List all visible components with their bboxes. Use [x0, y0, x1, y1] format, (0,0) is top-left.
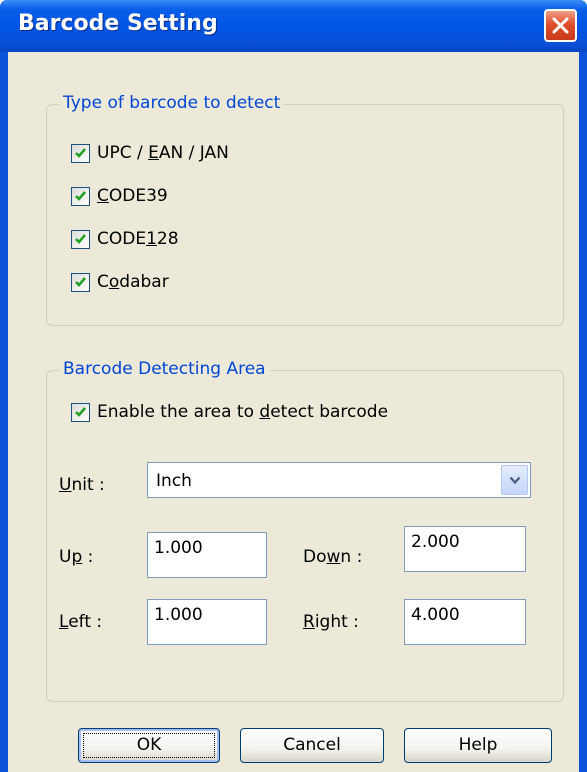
checkbox-code128[interactable]: CODE128 — [71, 226, 179, 252]
checkbox-box[interactable] — [71, 143, 90, 163]
title-bar[interactable]: Barcode Setting — [0, 0, 587, 52]
unit-select-value: Inch — [156, 471, 192, 491]
unit-dropdown-button[interactable] — [501, 465, 528, 495]
right-input[interactable]: 4.000 — [404, 599, 526, 645]
barcode-setting-dialog: Barcode Setting Type of barcode to detec… — [0, 0, 587, 772]
right-label: Right : — [303, 612, 359, 632]
close-icon — [552, 17, 569, 34]
cancel-button-label: Cancel — [283, 735, 341, 755]
checkbox-box[interactable] — [71, 186, 90, 206]
cancel-button[interactable]: Cancel — [240, 728, 384, 763]
up-label: Up : — [59, 547, 94, 567]
checkbox-label: UPC / EAN / JAN — [97, 143, 229, 163]
checkbox-label: CODE128 — [97, 229, 179, 249]
ok-button[interactable]: OK — [78, 728, 220, 763]
left-label: Left : — [59, 612, 103, 632]
checkbox-box[interactable] — [71, 402, 90, 422]
help-button-label: Help — [458, 735, 498, 755]
barcode-type-group-title: Type of barcode to detect — [59, 93, 285, 113]
checkmark-icon — [75, 147, 86, 158]
left-input[interactable]: 1.000 — [147, 599, 267, 645]
window-title: Barcode Setting — [18, 11, 218, 36]
dialog-body: Type of barcode to detect UPC / EAN / JA… — [8, 52, 579, 772]
checkmark-icon — [75, 233, 86, 244]
checkbox-codabar[interactable]: Codabar — [71, 269, 169, 295]
up-input[interactable]: 1.000 — [147, 532, 267, 578]
checkbox-label: CODE39 — [97, 186, 168, 206]
detecting-area-group: Barcode Detecting Area Enable the area t… — [46, 359, 564, 702]
checkmark-icon — [75, 276, 86, 287]
checkbox-box[interactable] — [71, 272, 90, 292]
checkmark-icon — [75, 406, 86, 417]
help-button[interactable]: Help — [404, 728, 552, 763]
close-button[interactable] — [544, 9, 577, 42]
checkmark-icon — [75, 190, 86, 201]
down-label: Down : — [303, 547, 363, 567]
down-input[interactable]: 2.000 — [404, 526, 526, 572]
checkbox-enable-area[interactable]: Enable the area to detect barcode — [71, 399, 388, 425]
focus-ring — [83, 733, 215, 758]
checkbox-label: Enable the area to detect barcode — [97, 402, 389, 422]
checkbox-box[interactable] — [71, 229, 90, 249]
chevron-down-icon — [509, 476, 521, 485]
checkbox-label: Codabar — [97, 272, 169, 292]
unit-select[interactable]: Inch — [147, 462, 531, 498]
unit-label: Unit : — [59, 475, 105, 495]
checkbox-upc-ean-jan[interactable]: UPC / EAN / JAN — [71, 140, 229, 166]
detecting-area-group-title: Barcode Detecting Area — [59, 359, 270, 379]
checkbox-code39[interactable]: CODE39 — [71, 183, 168, 209]
barcode-type-group: Type of barcode to detect UPC / EAN / JA… — [46, 93, 564, 326]
